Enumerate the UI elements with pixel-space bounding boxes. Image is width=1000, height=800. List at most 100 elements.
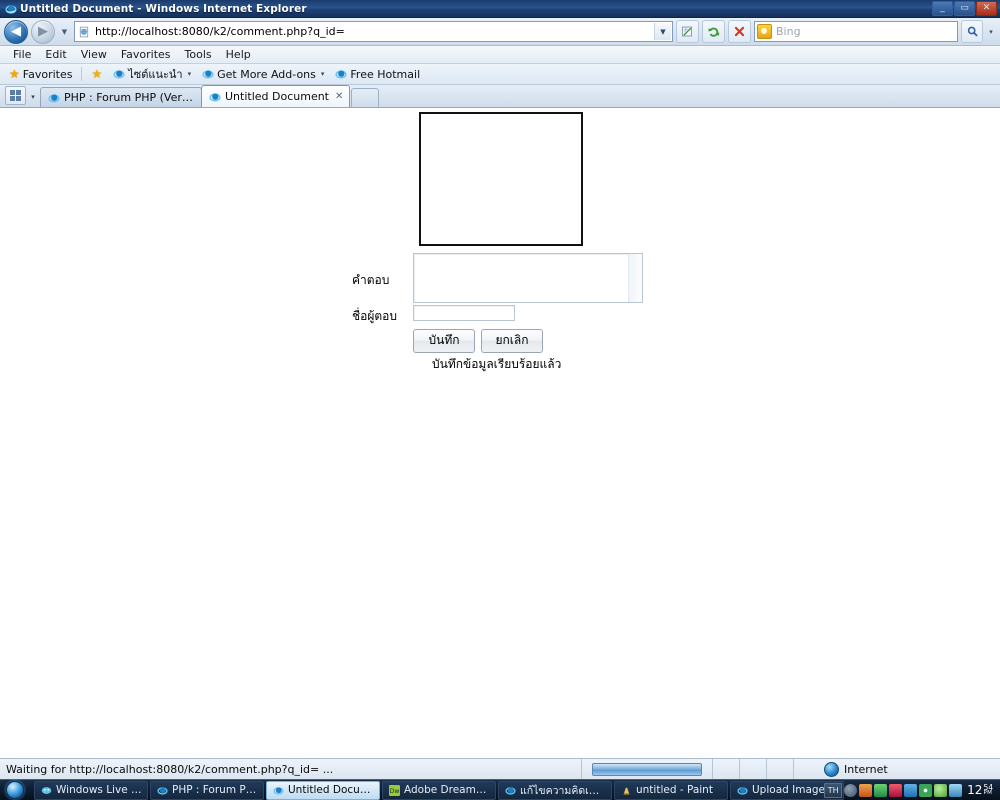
taskbar-item-label: Untitled Docume... (288, 784, 374, 796)
taskbar-item-adobe-dreamweaver[interactable]: Dw Adobe Dreamwe... (382, 780, 496, 800)
close-icon: ✕ (982, 3, 991, 13)
stop-button[interactable] (728, 20, 751, 43)
recent-pages-button[interactable]: ▼ (58, 22, 71, 42)
menu-item-tools[interactable]: Tools (178, 47, 219, 62)
status-cell-2 (739, 759, 766, 779)
tab-list-button[interactable]: ▾ (26, 88, 40, 105)
search-input[interactable]: Bing (776, 25, 955, 38)
taskbar-item-edit-comment[interactable]: แก้ไขความคิดเห็น... (498, 780, 612, 800)
ie-logo-icon (4, 2, 17, 15)
sound-icon[interactable] (934, 783, 948, 797)
favorites-item-get-more-add-ons[interactable]: Get More Add-ons ▾ (197, 67, 328, 82)
start-button[interactable] (0, 781, 30, 800)
page-icon (77, 25, 91, 39)
web-page: คำตอบ ชื่อผู้ตอบ บันทึก ยกเลิก บันทึกข้อ… (0, 109, 1000, 758)
favorites-item-free-hotmail[interactable]: Free Hotmail (330, 67, 424, 82)
favorites-item-label: Get More Add-ons (217, 67, 316, 81)
favorites-label: Favorites (22, 67, 73, 81)
utorrent-icon[interactable] (859, 783, 873, 797)
flash-icon[interactable] (949, 783, 963, 797)
taskbar-item-untitled-document[interactable]: Untitled Docume... (266, 780, 380, 800)
security-icon[interactable] (874, 783, 888, 797)
dreamweaver-icon: Dw (388, 784, 400, 796)
windows-orb-icon (6, 781, 24, 799)
refresh-button[interactable] (702, 20, 725, 43)
menu-item-favorites[interactable]: Favorites (114, 47, 178, 62)
minimize-icon: _ (940, 3, 945, 13)
search-button[interactable] (961, 20, 983, 43)
add-star-icon: ★ (91, 67, 103, 81)
back-arrow-icon: ◀ (11, 24, 21, 39)
broken-image-box (419, 112, 583, 246)
search-box[interactable]: Bing (754, 21, 958, 42)
compatibility-view-button[interactable] (676, 20, 699, 43)
form-status-message: บันทึกข้อมูลเรียบร้อยแล้ว (432, 357, 562, 371)
address-input[interactable]: http://localhost:8080/k2/comment.php?q_i… (95, 25, 650, 38)
back-button[interactable]: ◀ (4, 19, 28, 44)
favorites-button[interactable]: ★ Favorites (5, 67, 76, 82)
menu-item-edit[interactable]: Edit (38, 47, 73, 62)
antivirus-icon[interactable] (889, 783, 903, 797)
tab-php-forum[interactable]: PHP : Forum PHP (Version 3.... (40, 87, 202, 107)
answer-row: คำตอบ (352, 253, 672, 303)
quick-tabs-button[interactable] (5, 86, 26, 105)
chevron-down-icon: ▼ (660, 27, 666, 36)
menu-item-file[interactable]: File (6, 47, 38, 62)
answer-textarea-body[interactable] (414, 254, 628, 302)
menu-item-view[interactable]: View (74, 47, 114, 62)
forward-arrow-icon: ▶ (38, 24, 48, 39)
name-input[interactable] (413, 305, 515, 321)
close-button[interactable]: ✕ (976, 1, 997, 16)
chrome-icon[interactable] (919, 783, 933, 797)
address-bar[interactable]: http://localhost:8080/k2/comment.php?q_i… (74, 21, 673, 42)
tab-label: Untitled Document (225, 90, 329, 103)
taskbar-item-label: แก้ไขความคิดเห็น... (520, 784, 606, 797)
loading-progress (581, 759, 712, 779)
taskbar-item-php-forum[interactable]: PHP : Forum PHP... (150, 780, 264, 800)
cancel-button[interactable]: ยกเลิก (481, 329, 543, 353)
favorites-item-suggested-sites[interactable]: ไซต์แนะนำ ▾ (108, 64, 195, 84)
save-button[interactable]: บันทึก (413, 329, 475, 353)
ie-icon (201, 68, 214, 81)
security-zone[interactable]: Internet (793, 759, 1000, 779)
chevron-down-icon: ▼ (61, 27, 68, 36)
favorites-item-label: Free Hotmail (350, 67, 421, 81)
clock-hour: 12 (967, 783, 983, 797)
network-icon[interactable] (904, 783, 918, 797)
window-controls: _ ▭ ✕ (932, 1, 998, 16)
maximize-icon: ▭ (960, 3, 969, 13)
system-clock[interactable]: 12 54 PM (964, 783, 997, 797)
search-icon (967, 26, 977, 37)
language-indicator[interactable]: TH (824, 782, 843, 798)
browser-viewport: คำตอบ ชื่อผู้ตอบ บันทึก ยกเลิก บันทึกข้อ… (0, 108, 1000, 758)
textarea-scrollbar[interactable] (628, 254, 642, 302)
new-tab-button[interactable] (351, 88, 380, 107)
taskbar-item-label: Windows Live Me... (56, 784, 142, 796)
tab-label: PHP : Forum PHP (Version 3.... (64, 91, 195, 104)
taskbar-item-windows-live-messenger[interactable]: Windows Live Me... (34, 780, 148, 800)
taskbar-item-paint[interactable]: untitled - Paint (614, 780, 728, 800)
minimize-button[interactable]: _ (932, 1, 953, 16)
tab-close-icon[interactable]: ✕ (333, 91, 343, 102)
chevron-down-icon: ▾ (187, 70, 192, 78)
maximize-button[interactable]: ▭ (954, 1, 975, 16)
search-options-button[interactable]: ▾ (986, 28, 996, 36)
answer-textarea[interactable] (413, 253, 643, 303)
window-title: Untitled Document - Windows Internet Exp… (20, 2, 307, 15)
status-cell-3 (766, 759, 793, 779)
clock-minute-meridiem: 54 PM (983, 783, 993, 797)
forward-button[interactable]: ▶ (31, 19, 55, 44)
menu-item-help[interactable]: Help (219, 47, 258, 62)
title-bar: Untitled Document - Windows Internet Exp… (0, 0, 1000, 18)
status-bar: Waiting for http://localhost:8080/k2/com… (0, 758, 1000, 779)
address-dropdown-button[interactable]: ▼ (654, 23, 671, 40)
add-to-favorites-bar-button[interactable]: ★ (87, 67, 106, 81)
taskbar-item-label: untitled - Paint (636, 784, 713, 796)
grid-icon (10, 90, 21, 101)
globe-icon (824, 761, 839, 777)
tab-untitled-document[interactable]: Untitled Document ✕ (201, 85, 351, 107)
ie-icon (156, 784, 168, 796)
action-center-icon[interactable] (844, 783, 858, 797)
answer-label: คำตอบ (352, 273, 390, 287)
compatibility-view-icon (682, 26, 692, 37)
